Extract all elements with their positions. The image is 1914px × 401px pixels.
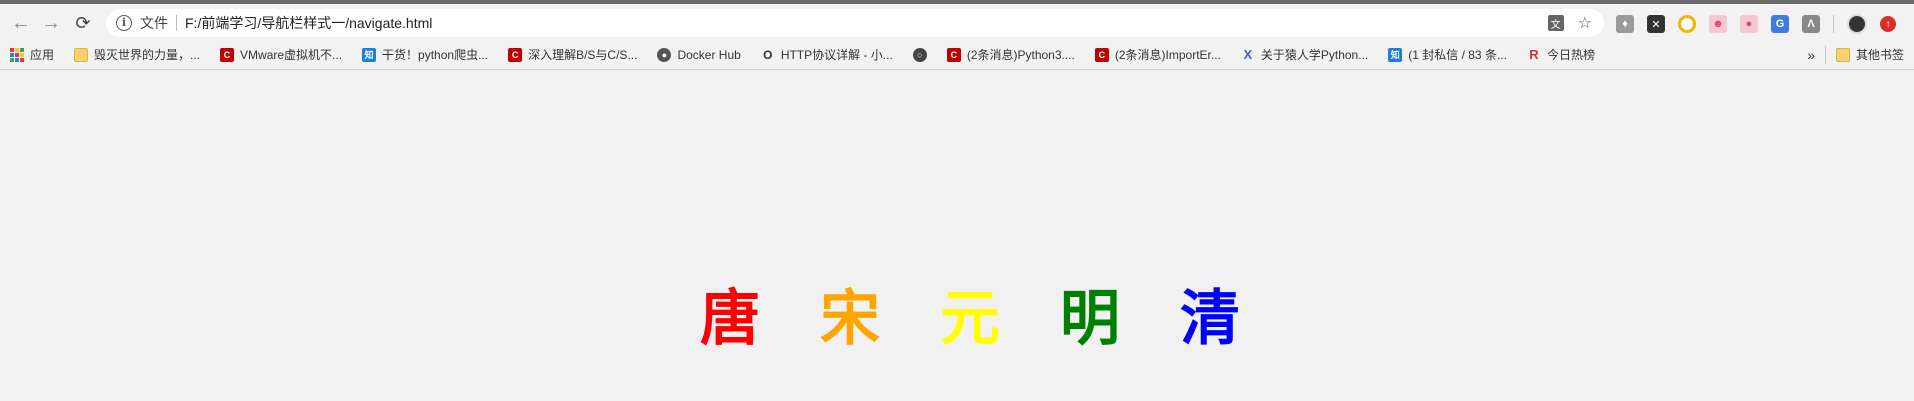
- bookmark-label: (2条消息)ImportEr...: [1114, 48, 1221, 62]
- url-text[interactable]: F:/前端学习/导航栏样式一/navigate.html: [185, 13, 432, 33]
- zhihu-icon: 知: [362, 47, 377, 62]
- extension-puzzle-icon[interactable]: ♦: [1616, 15, 1634, 33]
- bookmark-star-icon[interactable]: ☆: [1578, 13, 1592, 33]
- csdn-icon: C: [508, 47, 523, 62]
- extension-pig-icon[interactable]: ●: [1740, 15, 1758, 33]
- nav-item-yuan[interactable]: 元: [940, 285, 1000, 353]
- nav-item-qing[interactable]: 清: [1180, 285, 1240, 353]
- bookmark-item[interactable]: О HTTP协议详解 - 小...: [751, 43, 903, 67]
- info-icon[interactable]: i: [116, 15, 132, 31]
- bookmark-label: (2条消息)Python3....: [966, 48, 1075, 62]
- docker-icon: ●: [657, 47, 672, 62]
- bookmark-item[interactable]: R 今日热榜: [1517, 43, 1605, 67]
- extension-x-icon[interactable]: ✕: [1647, 15, 1665, 33]
- bookmark-item[interactable]: 知 (1 封私信 / 83 条...: [1378, 43, 1517, 67]
- other-bookmarks[interactable]: 其他书签: [1826, 43, 1914, 67]
- extension-pdf-icon[interactable]: Λ: [1802, 15, 1820, 33]
- nav-item-ming[interactable]: 明: [1060, 285, 1120, 353]
- folder-icon: [1835, 47, 1850, 62]
- zhihu-icon: 知: [1388, 47, 1403, 62]
- bookmark-label: 毁灭世界的力量，...: [94, 48, 201, 62]
- http-icon: О: [763, 47, 773, 62]
- folder-icon: [74, 47, 89, 62]
- bookmark-label: Docker Hub: [677, 47, 741, 62]
- bookmark-item[interactable]: 毁灭世界的力量，...: [64, 43, 210, 67]
- divider: [1833, 15, 1834, 33]
- bookmark-label: 关于猿人学Python...: [1260, 48, 1369, 62]
- address-bar[interactable]: i 文件 F:/前端学习/导航栏样式一/navigate.html 文 ☆: [106, 9, 1604, 37]
- bookmark-label: 应用: [30, 48, 55, 62]
- nav-item-tang[interactable]: 唐: [700, 285, 760, 353]
- bookmark-label: 其他书签: [1855, 48, 1904, 62]
- bookmark-label: 深入理解B/S与C/S...: [528, 48, 638, 62]
- bookmark-label: HTTP协议详解 - 小...: [780, 48, 893, 62]
- profile-avatar-icon[interactable]: [1847, 14, 1867, 34]
- bookmark-item[interactable]: 知 干货！python爬虫...: [352, 43, 498, 67]
- bookmark-item[interactable]: C (2条消息)Python3....: [937, 43, 1085, 67]
- extension-cat-icon[interactable]: ☻: [1709, 15, 1727, 33]
- extension-chrome-icon[interactable]: [1678, 15, 1696, 33]
- bookmark-item[interactable]: C VMware虚拟机不...: [210, 43, 352, 67]
- forward-arrow-icon[interactable]: →: [38, 10, 64, 36]
- apps-icon: [10, 47, 24, 62]
- bookmark-item[interactable]: ○: [903, 43, 937, 67]
- csdn-icon: C: [946, 47, 961, 62]
- bookmark-label: VMware虚拟机不...: [240, 48, 343, 62]
- rebang-icon: R: [1529, 47, 1539, 62]
- divider: [176, 15, 177, 31]
- bookmarks-overflow-button[interactable]: »: [1797, 47, 1825, 63]
- extensions-area: ♦ ✕ ☻ ● G Λ ↑: [1616, 12, 1896, 36]
- csdn-icon: C: [220, 47, 235, 62]
- bookmark-apps[interactable]: 应用: [0, 43, 64, 67]
- bookmark-item[interactable]: ● Docker Hub: [647, 43, 750, 67]
- nav-item-song[interactable]: 宋: [820, 285, 880, 353]
- bookmark-item[interactable]: C 深入理解B/S与C/S...: [498, 43, 647, 67]
- browser-toolbar: ← → ⟳ i 文件 F:/前端学习/导航栏样式一/navigate.html …: [0, 0, 1914, 40]
- reload-icon[interactable]: ⟳: [70, 10, 96, 36]
- bookmark-label: 今日热榜: [1546, 48, 1595, 62]
- bookmark-item[interactable]: X 关于猿人学Python...: [1231, 43, 1378, 67]
- x-icon: X: [1243, 47, 1253, 62]
- page-content: 唐 宋 元 明 清: [0, 71, 1914, 401]
- csdn-icon: C: [1094, 47, 1109, 62]
- bookmark-label: (1 封私信 / 83 条...: [1408, 48, 1507, 62]
- dynasty-nav: 唐 宋 元 明 清: [700, 285, 1240, 353]
- back-arrow-icon[interactable]: ←: [8, 10, 34, 36]
- update-icon[interactable]: ↑: [1880, 16, 1896, 32]
- extension-translate-icon[interactable]: G: [1771, 15, 1789, 33]
- bookmark-item[interactable]: C (2条消息)ImportEr...: [1085, 43, 1231, 67]
- globe-icon: ○: [912, 47, 927, 62]
- bookmark-label: 干货！python爬虫...: [382, 48, 489, 62]
- translate-icon[interactable]: 文: [1547, 15, 1564, 31]
- scheme-label: 文件: [140, 15, 168, 31]
- bookmarks-bar: 应用 毁灭世界的力量，... C VMware虚拟机不... 知 干货！pyth…: [0, 40, 1914, 70]
